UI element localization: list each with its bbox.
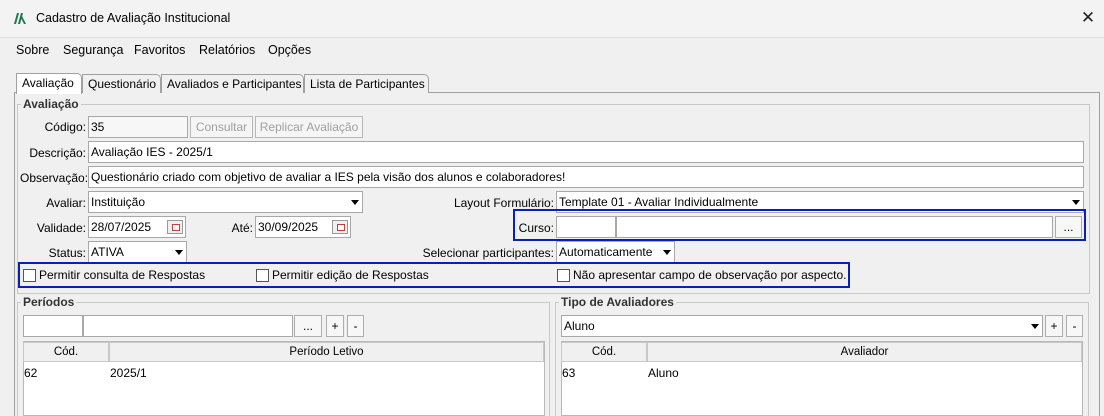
descricao-label: Descrição: (29, 146, 86, 160)
table-row[interactable] (24, 362, 544, 382)
nao-apresentar-observacao-label: Não apresentar campo de observação por a… (573, 268, 847, 282)
codigo-field[interactable]: 35 (88, 116, 188, 138)
validade-value: 28/07/2025 (91, 220, 152, 234)
tab-lista-participantes[interactable]: Lista de Participantes (304, 74, 429, 93)
curso-name-field[interactable] (616, 216, 1053, 238)
validade-field[interactable]: 28/07/2025 (88, 216, 186, 238)
status-label: Status: (48, 246, 86, 260)
periodo-code-field[interactable] (23, 315, 83, 337)
status-select[interactable]: ATIVA (88, 241, 187, 263)
periodo-browse-button[interactable]: ... (294, 315, 322, 337)
calendar-icon[interactable] (332, 220, 348, 234)
avaliador-name-cell: Aluno (648, 366, 679, 380)
permitir-consulta-label: Permitir consulta de Respostas (39, 268, 206, 282)
chevron-down-icon (1031, 324, 1039, 329)
avaliador-add-button[interactable]: + (1045, 315, 1063, 337)
ate-value: 30/09/2025 (258, 220, 319, 234)
avaliacao-legend: Avaliação (21, 97, 81, 111)
ate-field[interactable]: 30/09/2025 (255, 216, 351, 238)
permitir-edicao-checkbox[interactable] (256, 269, 269, 282)
menu-sobre[interactable]: Sobre (16, 43, 49, 57)
permitir-edicao-label: Permitir edição de Respostas (272, 268, 429, 282)
periodo-remove-button[interactable]: - (347, 315, 364, 337)
curso-code-field[interactable] (556, 216, 616, 238)
avaliar-select-value: Instituição (91, 195, 146, 209)
periodos-legend: Períodos (21, 295, 77, 309)
close-icon[interactable]: ✕ (1078, 7, 1098, 29)
consultar-button[interactable]: Consultar (190, 116, 253, 138)
observacao-label: Observação: (20, 171, 89, 185)
menu-seguranca[interactable]: Segurança (63, 43, 123, 57)
replicar-avaliacao-button[interactable]: Replicar Avaliação (255, 116, 363, 138)
menu-favoritos[interactable]: Favoritos (134, 43, 185, 57)
window-title: Cadastro de Avaliação Institucional (36, 11, 231, 25)
tab-questionario[interactable]: Questionário (82, 74, 161, 93)
ate-label: Até: (231, 221, 253, 235)
avaliadores-col-cod[interactable]: Cód. (561, 342, 647, 362)
avaliador-remove-button[interactable]: - (1066, 315, 1083, 337)
nao-apresentar-observacao-checkbox[interactable] (557, 269, 570, 282)
chevron-down-icon (175, 250, 183, 255)
periodo-add-button[interactable]: + (326, 315, 344, 337)
periodo-letivo-cell: 2025/1 (110, 366, 147, 380)
periodos-col-periodo[interactable]: Período Letivo (109, 342, 544, 362)
tab-avaliados-participantes[interactable]: Avaliados e Participantes (161, 74, 304, 93)
tipo-avaliador-select[interactable]: Aluno (561, 315, 1043, 337)
status-value: ATIVA (91, 245, 124, 259)
layout-formulario-value: Template 01 - Avaliar Individualmente (559, 195, 759, 209)
curso-browse-button[interactable]: ... (1055, 216, 1082, 238)
periodo-cod-cell: 62 (24, 366, 38, 380)
avaliar-select[interactable]: Instituição (88, 191, 363, 213)
tipo-avaliador-value: Aluno (564, 319, 595, 333)
tipo-avaliadores-legend: Tipo de Avaliadores (559, 295, 676, 309)
avaliador-cod-cell: 63 (562, 366, 576, 380)
descricao-field[interactable]: Avaliação IES - 2025/1 (88, 141, 1084, 163)
app-logo-icon (14, 13, 26, 24)
codigo-label: Código: (44, 120, 86, 134)
curso-label: Curso: (518, 221, 554, 235)
menu-relatorios[interactable]: Relatórios (199, 43, 255, 57)
chevron-down-icon (1072, 200, 1080, 205)
selecionar-participantes-select[interactable]: Automaticamente (556, 241, 675, 263)
tab-avaliacao[interactable]: Avaliação (16, 73, 82, 94)
avaliar-label: Avaliar: (46, 196, 86, 210)
chevron-down-icon (663, 250, 671, 255)
observacao-field[interactable]: Questionário criado com objetivo de aval… (88, 166, 1084, 188)
permitir-consulta-checkbox[interactable] (23, 269, 36, 282)
menu-opcoes[interactable]: Opções (268, 43, 311, 57)
periodo-name-field[interactable] (83, 315, 293, 337)
avaliadores-col-avaliador[interactable]: Avaliador (647, 342, 1082, 362)
table-row[interactable] (562, 362, 1082, 382)
validade-label: Validade: (36, 221, 86, 235)
chevron-down-icon (351, 200, 359, 205)
selecionar-participantes-value: Automaticamente (559, 245, 653, 259)
layout-formulario-label: Layout Formulário: (453, 196, 554, 210)
periodos-col-cod[interactable]: Cód. (23, 342, 109, 362)
selecionar-participantes-label: Selecionar participantes: (422, 246, 554, 260)
calendar-icon[interactable] (167, 220, 183, 234)
